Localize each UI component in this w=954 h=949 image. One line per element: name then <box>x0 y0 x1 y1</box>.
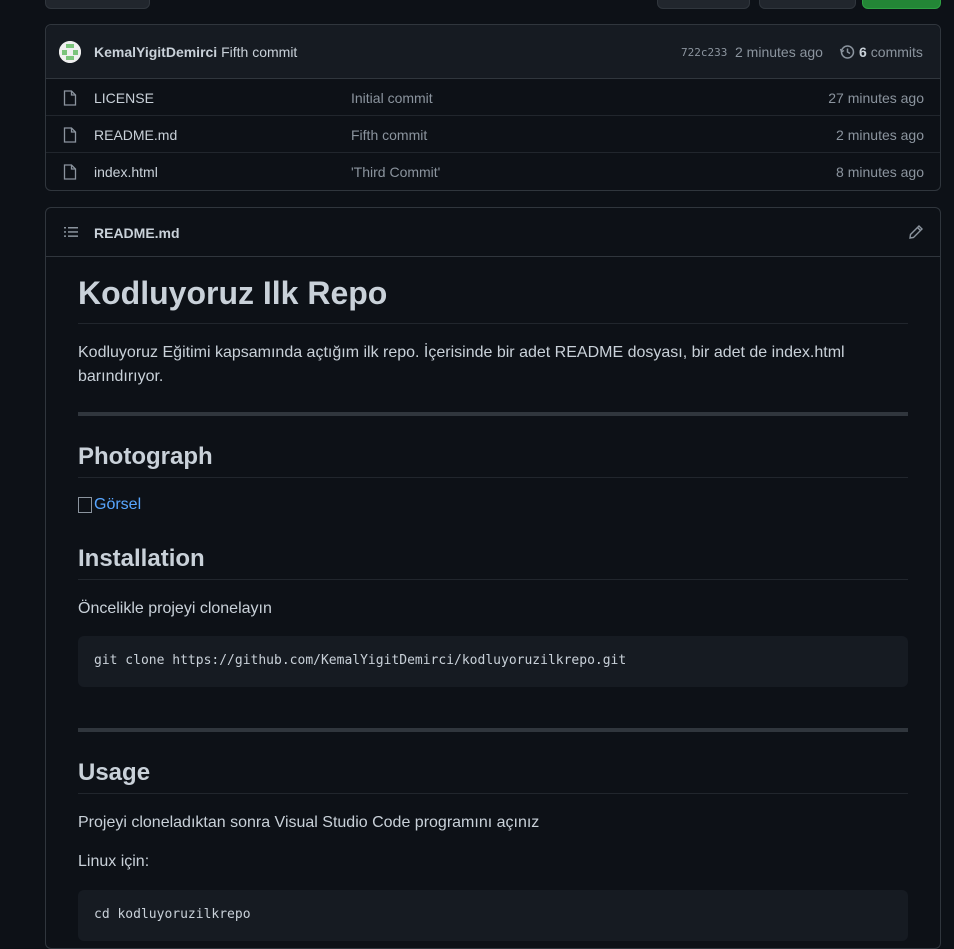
file-row[interactable]: README.md Fifth commit 2 minutes ago <box>46 116 940 153</box>
readme-title-heading: Kodluyoruz Ilk Repo <box>78 275 388 311</box>
photograph-heading: Photograph <box>78 443 213 470</box>
horizontal-rule <box>78 412 908 416</box>
heading-underline <box>78 793 908 794</box>
readme-filename[interactable]: README.md <box>94 225 180 241</box>
commit-author[interactable]: KemalYigitDemirci Fifth commit <box>94 44 297 60</box>
pencil-icon[interactable] <box>908 224 924 240</box>
file-name[interactable]: LICENSE <box>94 90 154 106</box>
go-to-file-button[interactable] <box>657 0 750 9</box>
history-icon <box>839 45 855 59</box>
usage-heading: Usage <box>78 759 151 786</box>
file-icon <box>63 164 77 180</box>
horizontal-rule <box>78 728 908 732</box>
file-commit-message[interactable]: 'Third Commit' <box>351 164 440 180</box>
file-name[interactable]: index.html <box>94 164 158 180</box>
code-button[interactable] <box>862 0 941 9</box>
linux-paragraph: Linux için: <box>78 853 150 870</box>
commit-author-name[interactable]: KemalYigitDemirci <box>94 44 217 60</box>
add-file-button[interactable] <box>759 0 856 9</box>
commits-count: 6 <box>859 44 867 60</box>
file-commit-message[interactable]: Fifth commit <box>351 127 427 143</box>
heading-underline <box>78 323 908 324</box>
avatar[interactable] <box>59 41 81 63</box>
commits-label: commits <box>870 44 923 60</box>
linux-code[interactable]: cd kodluyoruzilkrepo <box>94 907 251 922</box>
readme-header: README.md <box>46 208 940 257</box>
file-browser: KemalYigitDemirci Fifth commit 722c233 2… <box>45 24 941 191</box>
branch-button[interactable] <box>45 0 150 9</box>
table-of-contents-icon[interactable] <box>63 225 79 239</box>
image-alt-text[interactable]: Görsel <box>94 496 141 514</box>
broken-image-icon <box>78 497 92 513</box>
install-code[interactable]: git clone https://github.com/KemalYigitD… <box>94 653 626 668</box>
code-block[interactable]: cd kodluyoruzilkrepo <box>78 890 908 941</box>
latest-commit-bar: KemalYigitDemirci Fifth commit 722c233 2… <box>46 25 940 79</box>
installation-paragraph: Öncelikle projeyi clonelayın <box>78 600 272 617</box>
commit-sha[interactable]: 722c233 <box>681 46 727 59</box>
usage-paragraph: Projeyi cloneladıktan sonra Visual Studi… <box>78 814 540 831</box>
file-time: 27 minutes ago <box>828 90 924 106</box>
commit-message[interactable]: Fifth commit <box>221 44 297 60</box>
file-commit-message[interactable]: Initial commit <box>351 90 433 106</box>
intro-paragraph: Kodluyoruz Eğitimi kapsamında açtığım il… <box>78 344 845 385</box>
file-row[interactable]: LICENSE Initial commit 27 minutes ago <box>46 79 940 116</box>
file-row[interactable]: index.html 'Third Commit' 8 minutes ago <box>46 153 940 189</box>
installation-heading: Installation <box>78 545 205 572</box>
file-icon <box>63 127 77 143</box>
commit-time: 2 minutes ago <box>735 44 823 60</box>
file-name[interactable]: README.md <box>94 127 177 143</box>
file-icon <box>63 90 77 106</box>
file-time: 8 minutes ago <box>836 164 924 180</box>
file-time: 2 minutes ago <box>836 127 924 143</box>
commits-history-link[interactable]: 6 commits <box>839 44 923 60</box>
heading-underline <box>78 579 908 580</box>
readme-panel: README.md Kodluyoruz Ilk Repo Kodluyoruz… <box>45 207 941 949</box>
heading-underline <box>78 477 908 478</box>
code-block[interactable]: git clone https://github.com/KemalYigitD… <box>78 636 908 687</box>
broken-image-link[interactable]: Görsel <box>78 496 141 514</box>
